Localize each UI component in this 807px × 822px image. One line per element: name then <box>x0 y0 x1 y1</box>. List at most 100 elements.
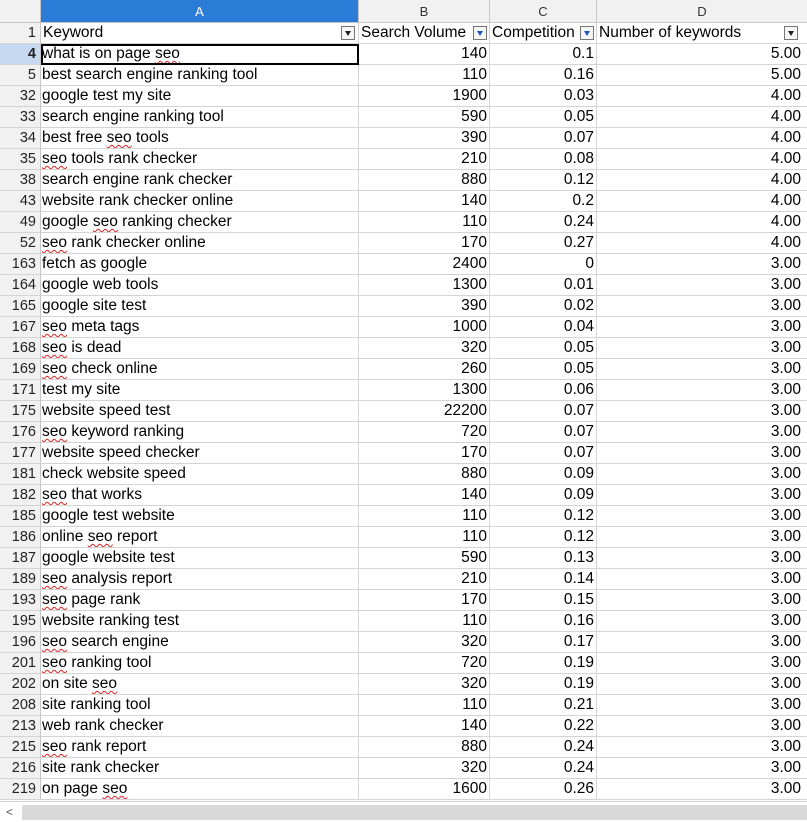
keyword-cell[interactable]: google seo ranking checker <box>41 212 359 233</box>
competition-cell[interactable]: 0.19 <box>490 653 597 674</box>
search-volume-cell[interactable]: 110 <box>359 212 490 233</box>
keyword-cell[interactable]: seo search engine <box>41 632 359 653</box>
search-volume-cell[interactable]: 590 <box>359 548 490 569</box>
competition-cell[interactable]: 0.21 <box>490 695 597 716</box>
competition-cell[interactable]: 0.26 <box>490 779 597 800</box>
keyword-cell[interactable]: online seo report <box>41 527 359 548</box>
select-all-corner[interactable] <box>0 0 41 23</box>
num-keywords-cell[interactable]: 3.00 <box>597 380 807 401</box>
row-number[interactable]: 193 <box>0 590 41 611</box>
competition-cell[interactable]: 0.07 <box>490 401 597 422</box>
header-search-volume-cell[interactable]: Search Volume <box>359 23 490 44</box>
search-volume-cell[interactable]: 210 <box>359 149 490 170</box>
num-keywords-cell[interactable]: 3.00 <box>597 359 807 380</box>
num-keywords-cell[interactable]: 4.00 <box>597 107 807 128</box>
keyword-cell[interactable]: google web tools <box>41 275 359 296</box>
row-number[interactable]: 43 <box>0 191 41 212</box>
search-volume-cell[interactable]: 140 <box>359 44 490 65</box>
search-volume-cell[interactable]: 110 <box>359 611 490 632</box>
row-number[interactable]: 168 <box>0 338 41 359</box>
row-number[interactable]: 187 <box>0 548 41 569</box>
keyword-cell[interactable]: seo rank report <box>41 737 359 758</box>
search-volume-cell[interactable]: 880 <box>359 170 490 191</box>
keyword-cell[interactable]: seo tools rank checker <box>41 149 359 170</box>
num-keywords-cell[interactable]: 3.00 <box>597 338 807 359</box>
row-number[interactable]: 177 <box>0 443 41 464</box>
search-volume-cell[interactable]: 110 <box>359 506 490 527</box>
column-header-a[interactable]: A <box>41 0 359 23</box>
competition-cell[interactable]: 0.03 <box>490 86 597 107</box>
keyword-cell[interactable]: seo meta tags <box>41 317 359 338</box>
keyword-cell[interactable]: website speed checker <box>41 443 359 464</box>
keyword-cell[interactable]: google site test <box>41 296 359 317</box>
row-number[interactable]: 189 <box>0 569 41 590</box>
competition-cell[interactable]: 0.05 <box>490 107 597 128</box>
keyword-cell[interactable]: seo rank checker online <box>41 233 359 254</box>
row-number[interactable]: 1 <box>0 23 41 44</box>
num-keywords-cell[interactable]: 3.00 <box>597 758 807 779</box>
row-number[interactable]: 171 <box>0 380 41 401</box>
competition-cell[interactable]: 0.01 <box>490 275 597 296</box>
keyword-cell[interactable]: site ranking tool <box>41 695 359 716</box>
search-volume-cell[interactable]: 1300 <box>359 380 490 401</box>
row-number[interactable]: 164 <box>0 275 41 296</box>
competition-cell[interactable]: 0.04 <box>490 317 597 338</box>
row-number[interactable]: 175 <box>0 401 41 422</box>
row-number[interactable]: 208 <box>0 695 41 716</box>
competition-cell[interactable]: 0.09 <box>490 485 597 506</box>
search-volume-cell[interactable]: 880 <box>359 464 490 485</box>
keyword-cell[interactable]: website speed test <box>41 401 359 422</box>
num-keywords-cell[interactable]: 3.00 <box>597 695 807 716</box>
row-number[interactable]: 38 <box>0 170 41 191</box>
competition-cell[interactable]: 0.12 <box>490 506 597 527</box>
competition-cell[interactable]: 0.07 <box>490 422 597 443</box>
competition-cell[interactable]: 0.05 <box>490 338 597 359</box>
competition-cell[interactable]: 0.07 <box>490 443 597 464</box>
row-number[interactable]: 213 <box>0 716 41 737</box>
competition-cell[interactable]: 0.12 <box>490 527 597 548</box>
filter-dropdown-competition-icon[interactable] <box>580 26 594 40</box>
competition-cell[interactable]: 0.17 <box>490 632 597 653</box>
num-keywords-cell[interactable]: 4.00 <box>597 170 807 191</box>
row-number[interactable]: 167 <box>0 317 41 338</box>
competition-cell[interactable]: 0.24 <box>490 737 597 758</box>
keyword-cell[interactable]: site rank checker <box>41 758 359 779</box>
search-volume-cell[interactable]: 390 <box>359 296 490 317</box>
scrollbar-thumb[interactable] <box>22 805 807 820</box>
column-header-c[interactable]: C <box>490 0 597 23</box>
search-volume-cell[interactable]: 320 <box>359 758 490 779</box>
search-volume-cell[interactable]: 390 <box>359 128 490 149</box>
num-keywords-cell[interactable]: 4.00 <box>597 212 807 233</box>
num-keywords-cell[interactable]: 3.00 <box>597 485 807 506</box>
keyword-cell[interactable]: search engine rank checker <box>41 170 359 191</box>
keyword-cell[interactable]: seo analysis report <box>41 569 359 590</box>
competition-cell[interactable]: 0.08 <box>490 149 597 170</box>
competition-cell[interactable]: 0.1 <box>490 44 597 65</box>
search-volume-cell[interactable]: 170 <box>359 590 490 611</box>
row-number[interactable]: 219 <box>0 779 41 800</box>
num-keywords-cell[interactable]: 4.00 <box>597 128 807 149</box>
row-number[interactable]: 32 <box>0 86 41 107</box>
row-number[interactable]: 163 <box>0 254 41 275</box>
search-volume-cell[interactable]: 110 <box>359 527 490 548</box>
num-keywords-cell[interactable]: 3.00 <box>597 737 807 758</box>
search-volume-cell[interactable]: 1300 <box>359 275 490 296</box>
num-keywords-cell[interactable]: 3.00 <box>597 716 807 737</box>
search-volume-cell[interactable]: 22200 <box>359 401 490 422</box>
keyword-cell[interactable]: seo keyword ranking <box>41 422 359 443</box>
competition-cell[interactable]: 0.14 <box>490 569 597 590</box>
search-volume-cell[interactable]: 720 <box>359 653 490 674</box>
competition-cell[interactable]: 0.16 <box>490 611 597 632</box>
search-volume-cell[interactable]: 880 <box>359 737 490 758</box>
num-keywords-cell[interactable]: 3.00 <box>597 569 807 590</box>
search-volume-cell[interactable]: 140 <box>359 191 490 212</box>
competition-cell[interactable]: 0.27 <box>490 233 597 254</box>
competition-cell[interactable]: 0.15 <box>490 590 597 611</box>
num-keywords-cell[interactable]: 4.00 <box>597 86 807 107</box>
search-volume-cell[interactable]: 140 <box>359 716 490 737</box>
row-number[interactable]: 181 <box>0 464 41 485</box>
num-keywords-cell[interactable]: 3.00 <box>597 464 807 485</box>
row-number[interactable]: 169 <box>0 359 41 380</box>
keyword-cell[interactable]: best free seo tools <box>41 128 359 149</box>
search-volume-cell[interactable]: 320 <box>359 674 490 695</box>
